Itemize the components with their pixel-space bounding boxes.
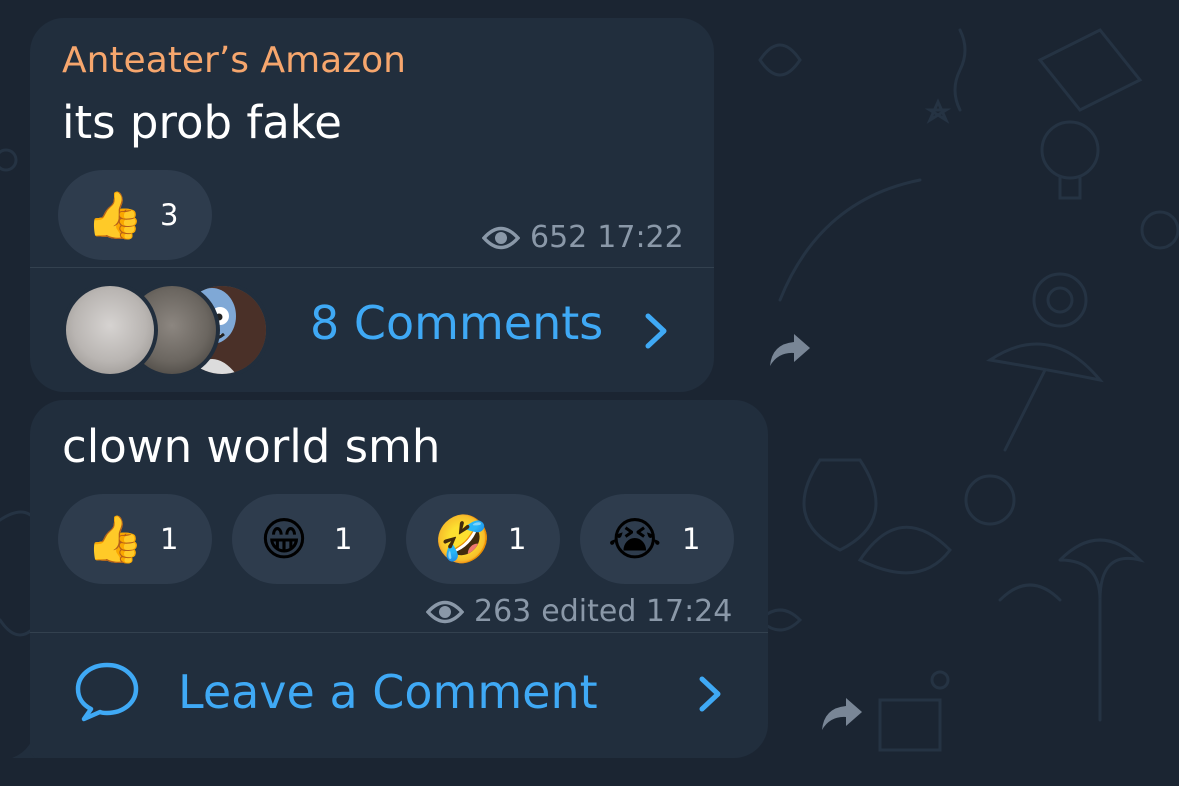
- reaction-thumbs-up[interactable]: 👍 3: [58, 170, 212, 260]
- reaction-crying[interactable]: 😭 1: [580, 494, 734, 584]
- reaction-rolling-laughing[interactable]: 🤣 1: [406, 494, 560, 584]
- message-bubble-1[interactable]: Anteater’s Amazon its prob fake 👍 3 652 …: [30, 18, 714, 392]
- thumbs-up-icon: 👍: [86, 512, 144, 566]
- thumbs-up-icon: 👍: [86, 188, 144, 242]
- view-count: 652: [530, 220, 588, 255]
- reaction-count: 1: [682, 522, 701, 556]
- message-text: its prob fake: [62, 96, 342, 149]
- forward-share-icon[interactable]: [820, 694, 864, 734]
- avatar: [62, 282, 158, 378]
- eye-icon: [482, 226, 520, 249]
- comment-bubble-icon: [75, 662, 139, 722]
- message-meta: 652 17:22: [482, 220, 684, 255]
- message-time: edited 17:24: [541, 594, 733, 629]
- chevron-right-icon: [645, 313, 667, 349]
- forward-share-icon[interactable]: [768, 330, 812, 370]
- view-count: 263: [474, 594, 532, 629]
- grinning-face-icon: 😁: [260, 512, 308, 566]
- reaction-thumbs-up[interactable]: 👍 1: [58, 494, 212, 584]
- reaction-count: 1: [334, 522, 353, 556]
- chevron-right-icon: [699, 676, 721, 712]
- message-bubble-2[interactable]: clown world smh 👍 1 😁 1 🤣 1 😭 1 263 edit…: [30, 400, 768, 758]
- message-time: 17:22: [597, 220, 684, 255]
- leave-comment-label[interactable]: Leave a Comment: [178, 665, 598, 719]
- comments-button[interactable]: 8 Comments: [30, 268, 714, 392]
- reaction-count: 1: [160, 522, 179, 556]
- eye-icon: [426, 600, 464, 623]
- leave-comment-button[interactable]: Leave a Comment: [30, 633, 768, 758]
- comments-label[interactable]: 8 Comments: [310, 296, 603, 350]
- channel-name[interactable]: Anteater’s Amazon: [62, 40, 406, 81]
- message-text: clown world smh: [62, 420, 441, 473]
- rolling-laughing-face-icon: 🤣: [434, 512, 492, 566]
- loudly-crying-face-icon: 😭: [608, 512, 662, 566]
- message-meta: 263 edited 17:24: [426, 594, 732, 629]
- reaction-count: 3: [160, 198, 179, 232]
- reaction-count: 1: [508, 522, 527, 556]
- reaction-grinning[interactable]: 😁 1: [232, 494, 386, 584]
